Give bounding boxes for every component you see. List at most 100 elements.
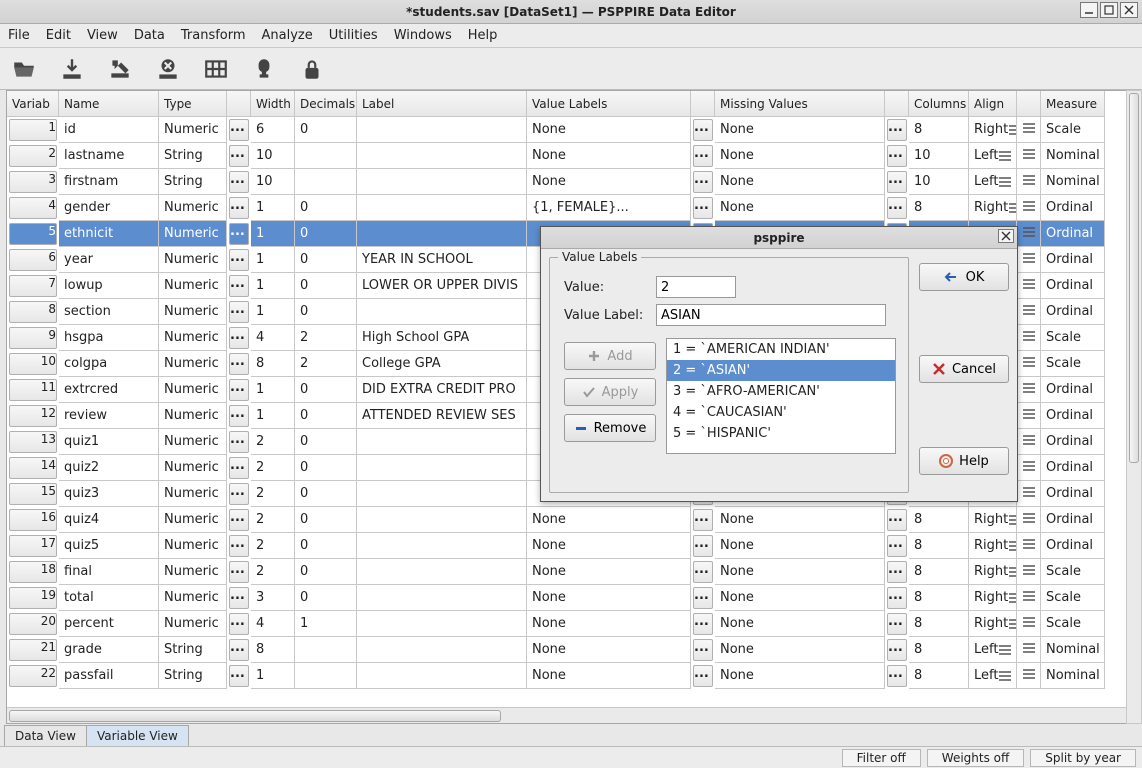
vertical-scrollbar[interactable]	[1126, 90, 1142, 724]
measure-cell[interactable]: Scale	[1041, 325, 1105, 351]
label-cell[interactable]	[357, 559, 527, 585]
add-button[interactable]: Add	[564, 342, 656, 370]
align-cell[interactable]: Left	[969, 637, 1017, 663]
value-label-item[interactable]: 2 = `ASIAN'	[667, 360, 895, 381]
column-header[interactable]: Value Labels	[527, 91, 691, 117]
row-number[interactable]: 14	[9, 457, 57, 479]
decimals-cell[interactable]: 0	[295, 585, 357, 611]
label-cell[interactable]: High School GPA	[357, 325, 527, 351]
width-cell[interactable]: 1	[251, 247, 295, 273]
width-cell[interactable]: 4	[251, 611, 295, 637]
measure-cell[interactable]: Ordinal	[1041, 195, 1105, 221]
decimals-cell[interactable]: 0	[295, 195, 357, 221]
name-cell[interactable]: total	[59, 585, 159, 611]
type-edit-button[interactable]: ...	[229, 223, 249, 245]
columns-cell[interactable]: 10	[909, 143, 969, 169]
value-label-item[interactable]: 4 = `CAUCASIAN'	[667, 402, 895, 423]
row-number[interactable]: 10	[9, 353, 57, 375]
measure-cell[interactable]: Ordinal	[1041, 273, 1105, 299]
type-edit-button[interactable]: ...	[229, 405, 249, 427]
align-cell[interactable]: Right	[969, 195, 1017, 221]
type-edit-button[interactable]: ...	[229, 145, 249, 167]
measure-cell[interactable]: Ordinal	[1041, 403, 1105, 429]
align-cell[interactable]: Right	[969, 585, 1017, 611]
align-cell[interactable]: Left	[969, 143, 1017, 169]
column-header[interactable]: Name	[59, 91, 159, 117]
decimals-cell[interactable]: 0	[295, 377, 357, 403]
name-cell[interactable]: passfail	[59, 663, 159, 689]
type-edit-button[interactable]: ...	[229, 639, 249, 661]
measure-cell[interactable]: Ordinal	[1041, 481, 1105, 507]
missing-values-button[interactable]: ...	[887, 613, 907, 635]
value-labels-button[interactable]: ...	[693, 509, 713, 531]
width-cell[interactable]: 1	[251, 663, 295, 689]
width-cell[interactable]: 2	[251, 533, 295, 559]
column-header[interactable]: Type	[159, 91, 227, 117]
open-icon[interactable]	[10, 54, 38, 84]
clear-icon[interactable]	[154, 54, 182, 84]
ok-button[interactable]: OK	[919, 263, 1009, 291]
width-cell[interactable]: 8	[251, 637, 295, 663]
save-icon[interactable]	[58, 54, 86, 84]
name-cell[interactable]: lowup	[59, 273, 159, 299]
align-cell[interactable]: Right	[969, 533, 1017, 559]
decimals-cell[interactable]: 1	[295, 611, 357, 637]
dialog-close-button[interactable]	[998, 229, 1014, 243]
missing-values-button[interactable]: ...	[887, 639, 907, 661]
lock-icon[interactable]	[298, 54, 326, 84]
width-cell[interactable]: 2	[251, 507, 295, 533]
value-labels-button[interactable]: ...	[693, 535, 713, 557]
decimals-cell[interactable]: 2	[295, 325, 357, 351]
align-cell[interactable]: Left	[969, 169, 1017, 195]
missing-values-button[interactable]: ...	[887, 119, 907, 141]
measure-cell[interactable]: Ordinal	[1041, 507, 1105, 533]
align-cell[interactable]: Right	[969, 507, 1017, 533]
decimals-cell[interactable]: 0	[295, 403, 357, 429]
maximize-button[interactable]	[1100, 2, 1118, 18]
label-cell[interactable]: YEAR IN SCHOOL	[357, 247, 527, 273]
column-header[interactable]	[691, 91, 715, 117]
width-cell[interactable]: 10	[251, 143, 295, 169]
align-cell[interactable]: Right	[969, 559, 1017, 585]
missing-values-button[interactable]: ...	[887, 535, 907, 557]
missing-values-button[interactable]: ...	[887, 587, 907, 609]
decimals-cell[interactable]	[295, 637, 357, 663]
name-cell[interactable]: colgpa	[59, 351, 159, 377]
row-number[interactable]: 3	[9, 171, 57, 193]
type-edit-button[interactable]: ...	[229, 457, 249, 479]
measure-cell[interactable]: Scale	[1041, 117, 1105, 143]
measure-cell[interactable]: Scale	[1041, 351, 1105, 377]
label-cell[interactable]	[357, 169, 527, 195]
value-labels-button[interactable]: ...	[693, 665, 713, 687]
minimize-button[interactable]	[1080, 2, 1098, 18]
label-cell[interactable]	[357, 195, 527, 221]
missing-values-button[interactable]: ...	[887, 665, 907, 687]
measure-cell[interactable]: Scale	[1041, 611, 1105, 637]
type-edit-button[interactable]: ...	[229, 119, 249, 141]
type-edit-button[interactable]: ...	[229, 535, 249, 557]
width-cell[interactable]: 1	[251, 377, 295, 403]
columns-cell[interactable]: 8	[909, 559, 969, 585]
missing-values-button[interactable]: ...	[887, 197, 907, 219]
column-header[interactable]	[885, 91, 909, 117]
decimals-cell[interactable]: 0	[295, 247, 357, 273]
value-label-item[interactable]: 3 = `AFRO-AMERICAN'	[667, 381, 895, 402]
row-number[interactable]: 18	[9, 561, 57, 583]
name-cell[interactable]: final	[59, 559, 159, 585]
menu-utilities[interactable]: Utilities	[329, 28, 378, 43]
type-edit-button[interactable]: ...	[229, 197, 249, 219]
decimals-cell[interactable]	[295, 143, 357, 169]
type-edit-button[interactable]: ...	[229, 509, 249, 531]
type-edit-button[interactable]: ...	[229, 249, 249, 271]
type-edit-button[interactable]: ...	[229, 561, 249, 583]
measure-cell[interactable]: Nominal	[1041, 663, 1105, 689]
name-cell[interactable]: grade	[59, 637, 159, 663]
row-number[interactable]: 4	[9, 197, 57, 219]
align-cell[interactable]: Right	[969, 117, 1017, 143]
width-cell[interactable]: 1	[251, 221, 295, 247]
measure-cell[interactable]: Ordinal	[1041, 533, 1105, 559]
measure-cell[interactable]: Ordinal	[1041, 221, 1105, 247]
column-header[interactable]: Decimals	[295, 91, 357, 117]
value-label-input[interactable]	[656, 304, 886, 326]
width-cell[interactable]: 2	[251, 481, 295, 507]
